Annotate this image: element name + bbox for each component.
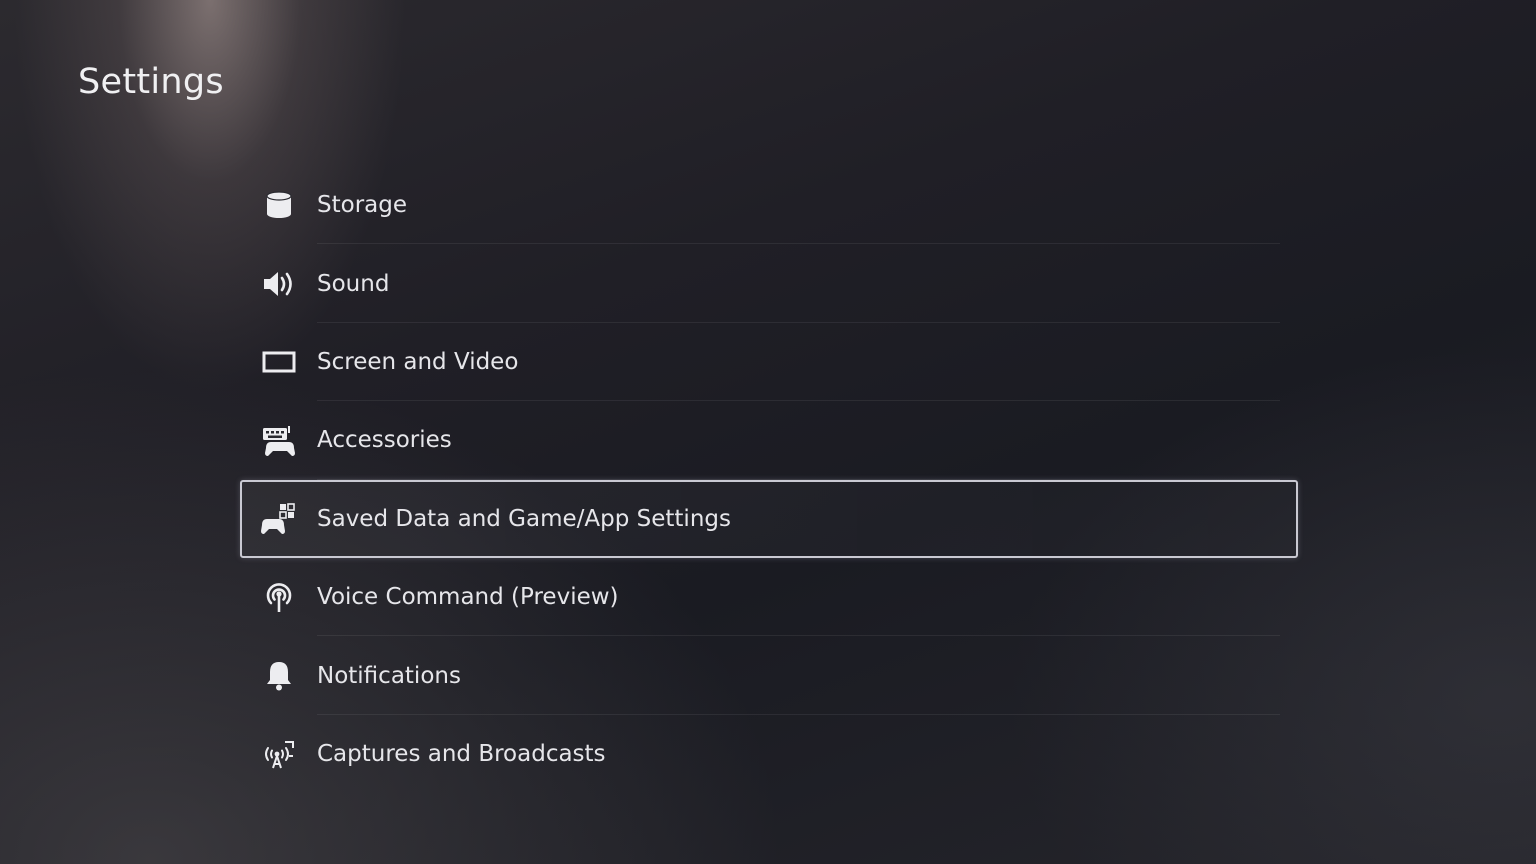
- microphone-icon: [260, 578, 298, 616]
- broadcast-icon: [260, 735, 298, 773]
- keyboard-controller-icon: [260, 421, 298, 459]
- menu-item-captures-and-broadcasts[interactable]: Captures and Broadcasts: [240, 715, 1298, 793]
- speaker-icon: [260, 265, 298, 303]
- screen-icon: [260, 343, 298, 381]
- bell-icon: [260, 657, 298, 695]
- menu-item-label: Sound: [317, 270, 390, 297]
- storage-icon: [260, 186, 298, 224]
- menu-item-screen-and-video[interactable]: Screen and Video: [240, 323, 1298, 402]
- menu-item-label: Saved Data and Game/App Settings: [317, 505, 731, 532]
- menu-item-accessories[interactable]: Accessories: [240, 401, 1298, 480]
- menu-item-saved-data[interactable]: Saved Data and Game/App Settings: [240, 479, 1298, 558]
- menu-item-label: Screen and Video: [317, 348, 519, 375]
- menu-item-label: Captures and Broadcasts: [317, 740, 606, 767]
- page-title: Settings: [78, 62, 224, 102]
- menu-item-label: Storage: [317, 192, 407, 219]
- menu-item-storage[interactable]: Storage: [240, 166, 1298, 245]
- menu-item-notifications[interactable]: Notifications: [240, 636, 1298, 716]
- menu-item-label: Notifications: [317, 662, 461, 689]
- menu-item-label: Accessories: [317, 427, 452, 454]
- settings-menu: Storage Sound Screen and Video Accessori…: [240, 166, 1298, 793]
- menu-item-label: Voice Command (Preview): [317, 584, 619, 611]
- menu-item-voice-command[interactable]: Voice Command (Preview): [240, 558, 1298, 637]
- menu-item-sound[interactable]: Sound: [240, 244, 1298, 324]
- controller-data-icon: [260, 500, 298, 538]
